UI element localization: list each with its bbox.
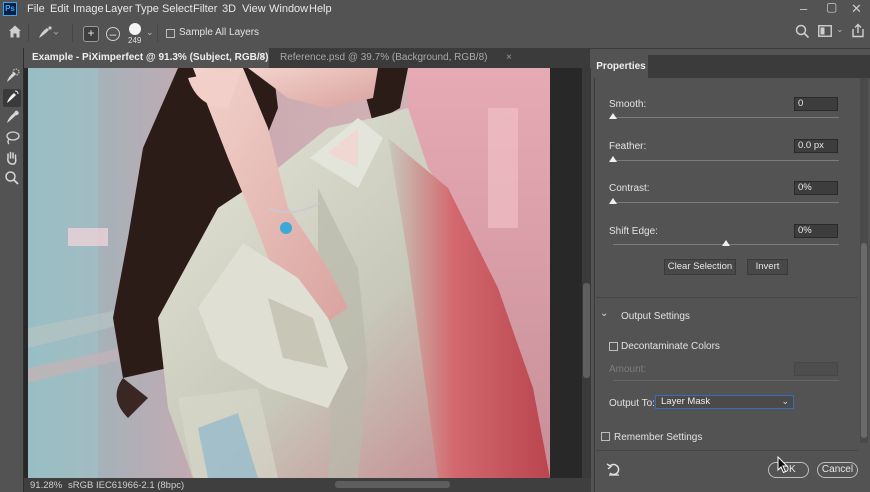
vertical-scrollbar[interactable] — [582, 68, 591, 478]
decontaminate-colors-checkbox[interactable] — [609, 342, 618, 351]
reset-icon[interactable] — [606, 462, 622, 479]
status-bar: 91.28% sRGB IEC61966-2.1 (8bpc) — [24, 478, 591, 492]
sample-all-layers-label: Sample All Layers — [179, 27, 260, 38]
menu-3d[interactable]: 3D — [222, 3, 236, 15]
share-icon[interactable] — [851, 23, 865, 41]
feather-value-field[interactable]: 0.0 px — [794, 139, 838, 153]
close-tab-icon[interactable]: × — [259, 48, 265, 68]
menu-type[interactable]: Type — [135, 3, 159, 15]
remember-settings-checkbox[interactable] — [601, 432, 610, 441]
tab-reference-document[interactable]: Reference.psd @ 39.7% (Background, RGB/8… — [272, 48, 504, 68]
smooth-slider-track[interactable] — [613, 117, 839, 118]
add-to-selection-button[interactable]: + — [83, 26, 99, 42]
section-divider — [596, 297, 858, 298]
smooth-value-field[interactable]: 0 — [794, 97, 838, 111]
output-to-select[interactable]: Layer Mask ⌄ — [655, 395, 794, 409]
subtract-from-selection-button[interactable]: – — [106, 27, 120, 41]
workspace-icon[interactable] — [818, 25, 832, 40]
menu-bar: Ps File Edit Image Layer Type Select Fil… — [0, 0, 870, 18]
menu-view[interactable]: View — [242, 3, 266, 15]
close-icon[interactable]: ✕ — [851, 1, 862, 17]
refine-edge-brush-tool-icon[interactable] — [3, 89, 21, 107]
amount-slider-track-disabled — [613, 380, 839, 381]
decontaminate-colors-label: Decontaminate Colors — [621, 341, 720, 352]
feather-label: Feather: — [609, 141, 647, 152]
properties-tab[interactable]: Properties — [594, 55, 648, 78]
photoshop-logo-icon: Ps — [3, 2, 17, 16]
lasso-tool-icon[interactable] — [3, 130, 21, 148]
menu-file[interactable]: File — [27, 3, 45, 15]
feather-slider-track[interactable] — [613, 160, 839, 161]
home-icon[interactable] — [7, 24, 23, 42]
output-to-label: Output To: — [609, 398, 655, 409]
document-canvas-image[interactable] — [28, 68, 550, 478]
maximize-icon[interactable]: ▢ — [826, 0, 837, 14]
menu-select[interactable]: Select — [162, 3, 193, 15]
search-icon[interactable] — [795, 24, 810, 42]
output-to-value: Layer Mask — [661, 396, 711, 407]
workspace-chevron-icon[interactable]: ⌄ — [836, 24, 844, 35]
zoom-level[interactable]: 91.28% — [30, 480, 62, 491]
brush-tool-preset-icon[interactable] — [36, 24, 59, 44]
cancel-button[interactable]: Cancel — [817, 462, 858, 478]
contrast-slider-thumb[interactable] — [609, 198, 617, 204]
brush-dropdown-chevron-icon[interactable]: ⌄ — [146, 27, 154, 38]
menu-window[interactable]: Window — [269, 3, 308, 15]
mouse-cursor-icon — [777, 455, 789, 477]
tab-example-document[interactable]: Example - PiXimperfect @ 91.3% (Subject,… — [24, 48, 269, 83]
shift-edge-value-field[interactable]: 0% — [794, 224, 838, 238]
output-settings-header[interactable]: Output Settings — [621, 311, 690, 322]
contrast-label: Contrast: — [609, 183, 650, 194]
quick-selection-tool-icon[interactable] — [3, 68, 21, 86]
menu-edit[interactable]: Edit — [50, 3, 69, 15]
properties-scrollbar-thumb[interactable] — [861, 243, 867, 438]
smooth-slider-thumb[interactable] — [609, 113, 617, 119]
contrast-slider-track[interactable] — [613, 202, 839, 203]
options-bar: + – 249 ⌄ Sample All Layers ⌄ — [0, 18, 870, 49]
brush-size-value: 249 — [128, 36, 142, 45]
output-settings-chevron-icon[interactable]: ⌄ — [600, 308, 608, 319]
zoom-tool-icon[interactable] — [3, 170, 21, 188]
select-chevron-icon: ⌄ — [781, 396, 789, 406]
smooth-label: Smooth: — [609, 99, 647, 110]
remember-settings-label: Remember Settings — [614, 432, 703, 443]
section-divider — [596, 450, 858, 451]
invert-button[interactable]: Invert — [747, 259, 788, 275]
amount-value-field-disabled — [794, 362, 838, 376]
menu-filter[interactable]: Filter — [193, 3, 217, 15]
clear-selection-button[interactable]: Clear Selection — [664, 259, 736, 275]
document-tab-bar: Example - PiXimperfect @ 91.3% (Subject,… — [24, 48, 590, 83]
menu-help[interactable]: Help — [309, 3, 332, 15]
shift-edge-label: Shift Edge: — [609, 226, 658, 237]
amount-label: Amount: — [609, 364, 647, 375]
close-tab-icon[interactable]: × — [506, 48, 512, 68]
hand-tool-icon[interactable] — [3, 150, 21, 168]
menu-image[interactable]: Image — [73, 3, 104, 15]
brush-tool-icon[interactable] — [3, 109, 21, 127]
feather-slider-thumb[interactable] — [609, 156, 617, 162]
color-profile-info[interactable]: sRGB IEC61966-2.1 (8bpc) — [68, 480, 184, 491]
menu-layer[interactable]: Layer — [105, 3, 133, 15]
vertical-scrollbar-thumb[interactable] — [583, 283, 590, 378]
sample-all-layers-checkbox[interactable] — [166, 29, 175, 38]
contrast-value-field[interactable]: 0% — [794, 181, 838, 195]
brush-preview-icon[interactable] — [129, 23, 141, 35]
horizontal-scrollbar-thumb[interactable] — [335, 481, 450, 488]
minimize-icon[interactable]: – — [800, 1, 807, 16]
shift-edge-slider-thumb[interactable] — [722, 240, 730, 246]
